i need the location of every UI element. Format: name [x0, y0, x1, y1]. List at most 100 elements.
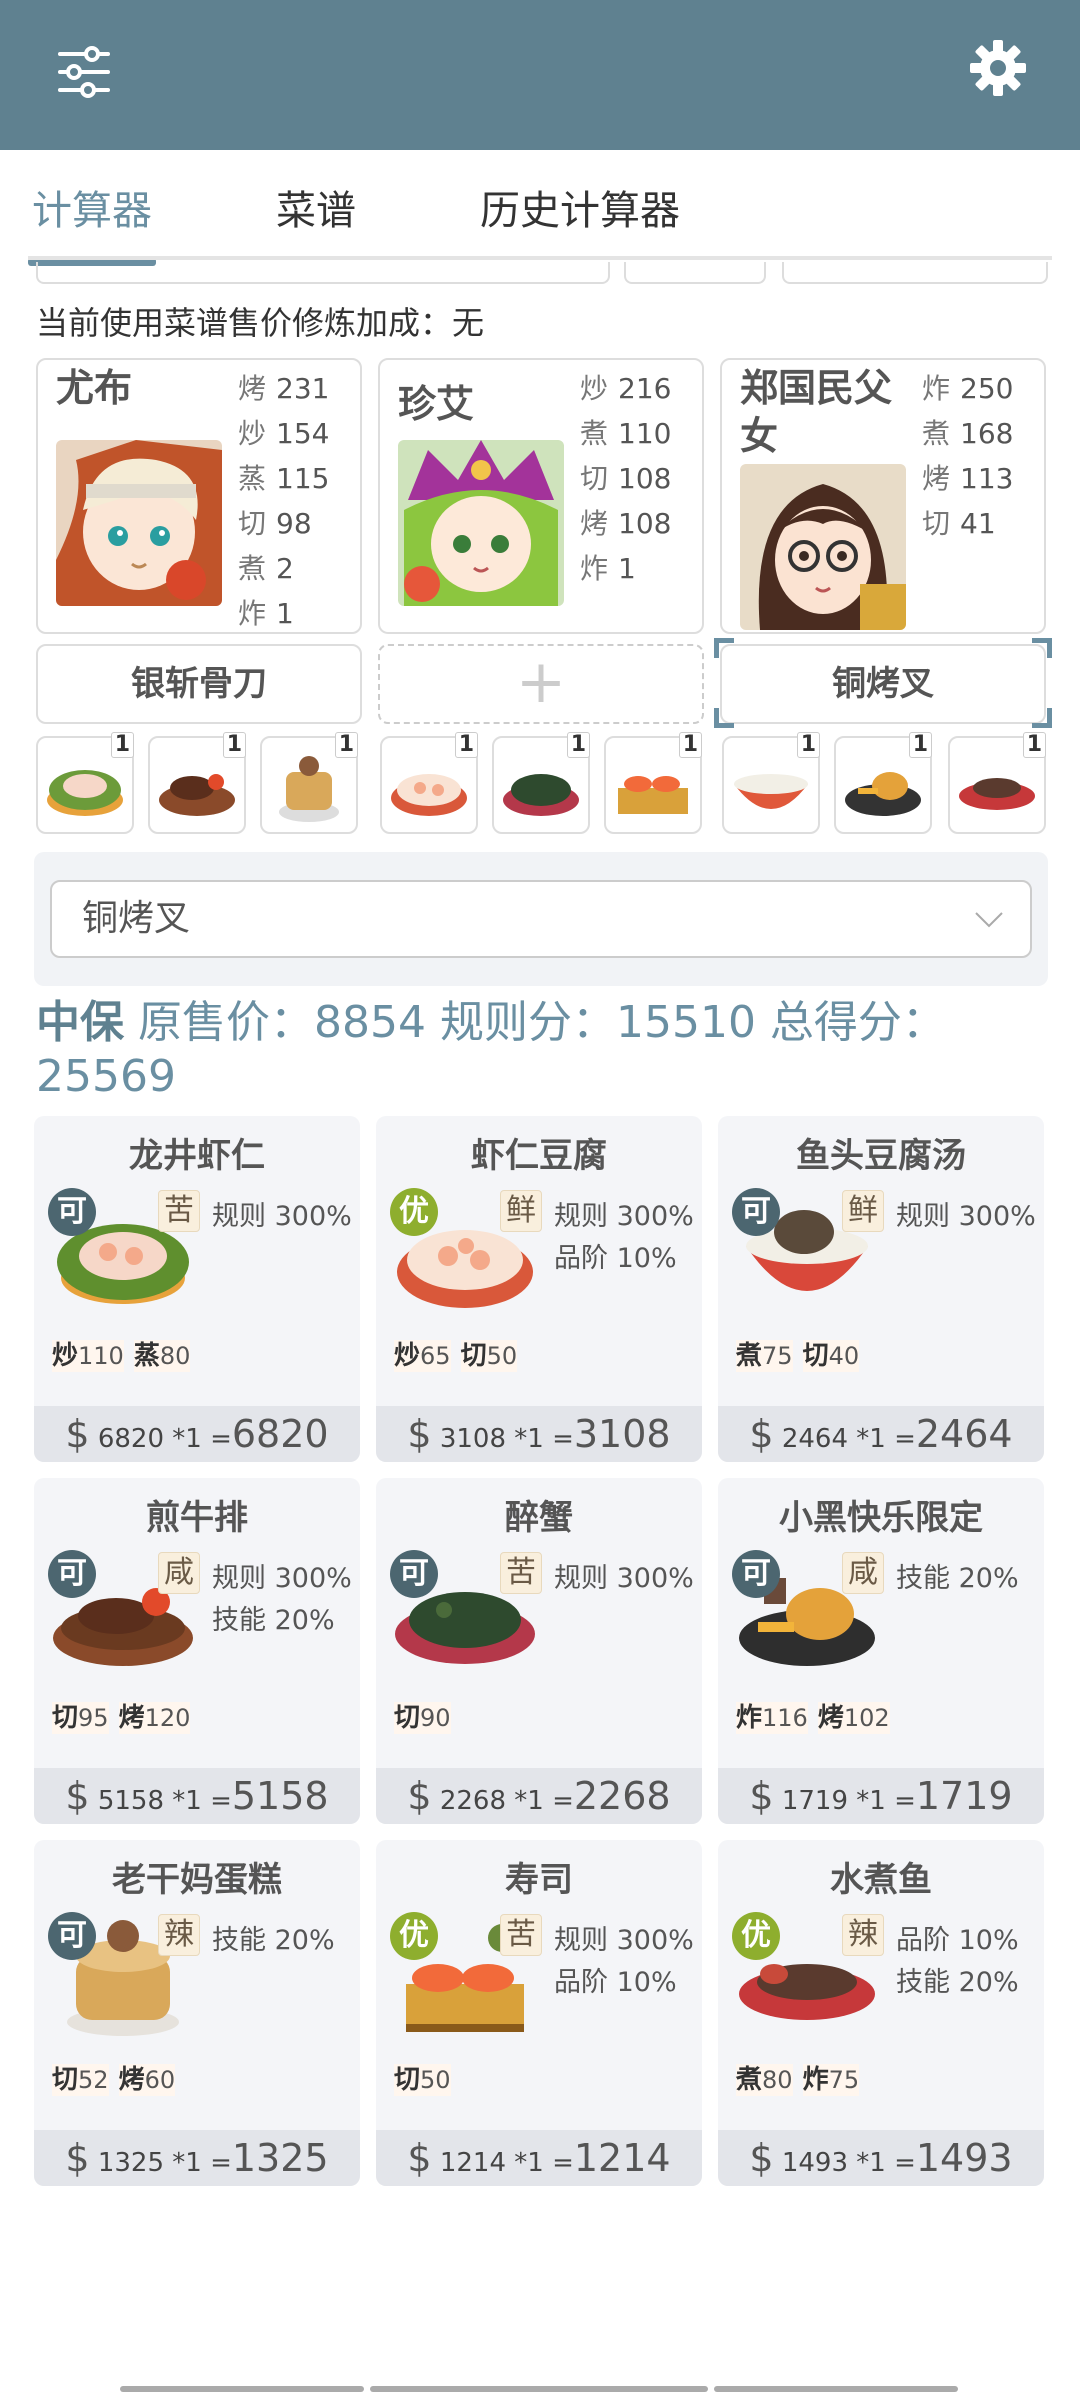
flavor-tag: 辣	[158, 1914, 200, 1956]
dish-slot[interactable]: 1	[148, 732, 246, 834]
dish-slot[interactable]: 1	[260, 732, 358, 834]
stat-value: 154	[276, 417, 330, 450]
req-value: 110	[78, 1342, 124, 1370]
dish-card[interactable]: 老干妈蛋糕可 辣技能 20% 切52 烤60 $ 1325 *1 =1325	[34, 1840, 360, 2186]
req-value: 75	[828, 2066, 860, 2094]
selection-corner	[1032, 708, 1052, 728]
stat-key: 烤	[580, 507, 609, 540]
rule-bonus: 品阶 10%	[896, 1925, 1019, 1956]
skill-requirement: 切52	[52, 2064, 109, 2096]
tool-slot-3[interactable]: 铜烤叉	[720, 644, 1046, 724]
skill-requirement: 炸116	[736, 1702, 808, 1734]
bonus-text: 当前使用菜谱售价修炼加成：无	[36, 304, 485, 342]
tool-select[interactable]: 铜烤叉	[50, 880, 1032, 958]
dish-card[interactable]: 寿司优 苦规则 300% 品阶 10% 切50 $ 1214 *1 =1214	[376, 1840, 702, 2186]
price-row: $ 1214 *1 =1214	[376, 2130, 702, 2186]
rule-bonus: 品阶 10%	[554, 1243, 677, 1274]
req-skill: 蒸	[133, 1341, 160, 1371]
stat-key: 煮	[922, 417, 951, 450]
req-skill: 切	[394, 1703, 421, 1733]
tool-slot-empty[interactable]: +	[378, 644, 704, 724]
scrolled-control[interactable]	[36, 262, 610, 284]
rule-bonus: 技能 20%	[896, 1967, 1019, 1998]
dollar-icon: $	[749, 2136, 774, 2180]
stat-key: 炸	[922, 372, 951, 405]
dish-card[interactable]: 煎牛排可 咸规则 300% 技能 20% 切95 烤120 $ 5158 *1 =5158	[34, 1478, 360, 1824]
dish-slot[interactable]: 1	[834, 732, 932, 834]
scrolled-control[interactable]	[782, 262, 1048, 284]
dish-name: 煎牛排	[146, 1498, 248, 1538]
unit-price: 1214 *1 =	[439, 2148, 574, 2178]
dish-card[interactable]: 龙井虾仁可 苦规则 300% 炒110 蒸80 $ 6820 *1 =6820	[34, 1116, 360, 1462]
skill-requirements: 炸116 烤102	[736, 1702, 900, 1734]
scroll-indicator	[120, 2386, 364, 2392]
chef-card[interactable]: 尤布 烤 231 炒 154 蒸 115 切 98 煮2 炸1	[36, 358, 362, 634]
chef-card[interactable]: 郑国民父女 炸 250 煮 168 烤 113 切 41	[720, 358, 1046, 634]
dish-card[interactable]: 小黑快乐限定可 咸技能 20% 炸116 烤102 $ 1719 *1 =1719	[718, 1478, 1044, 1824]
chevron-down-icon	[975, 912, 1003, 928]
scrolled-control[interactable]	[624, 262, 766, 284]
dish-card[interactable]: 水煮鱼优 辣品阶 10% 技能 20% 煮80 炸75 $ 1493 *1 =1493	[718, 1840, 1044, 2186]
dish-card[interactable]: 虾仁豆腐优 鲜规则 300% 品阶 10% 炒65 切50 $ 3108 *1 =3108	[376, 1116, 702, 1462]
sliders-icon[interactable]	[56, 44, 112, 100]
flavor-tag: 咸	[158, 1552, 200, 1594]
grade-badge: 可	[48, 1188, 96, 1236]
dollar-icon: $	[407, 1774, 432, 1818]
dish-quantity: 1	[110, 732, 134, 758]
stat-key: 炒	[238, 417, 267, 450]
skill-requirement: 切50	[460, 1340, 518, 1372]
add-tool-icon: +	[515, 647, 567, 717]
unit-price: 3108 *1 =	[439, 1424, 574, 1454]
selection-corner	[1032, 638, 1052, 658]
dish-card[interactable]: 鱼头豆腐汤可 鲜规则 300% 煮75 切40 $ 2464 *1 =2464	[718, 1116, 1044, 1462]
tab-history[interactable]: 历史计算器	[480, 178, 680, 236]
stat-key: 炒	[580, 372, 609, 405]
dish-quantity: 1	[566, 732, 590, 758]
req-skill: 烤	[118, 2065, 145, 2095]
skill-requirement: 炸75	[802, 2064, 860, 2096]
tab-recipes[interactable]: 菜谱	[276, 178, 356, 236]
req-skill: 炒	[52, 1341, 79, 1371]
total-price: 1493	[915, 2136, 1013, 2180]
req-skill: 煮	[736, 2065, 763, 2095]
dish-slot[interactable]: 1	[722, 732, 820, 834]
dish-name: 寿司	[505, 1860, 573, 1900]
dish-slot[interactable]: 1	[492, 732, 590, 834]
rule-bonus: 技能 20%	[896, 1563, 1019, 1594]
dollar-icon: $	[65, 1774, 90, 1818]
tool-slot-1[interactable]: 银斩骨刀	[36, 644, 362, 724]
rule-bonus: 技能 20%	[212, 1605, 335, 1636]
dish-slot[interactable]: 1	[948, 732, 1046, 834]
req-value: 102	[843, 1704, 890, 1732]
grade-badge: 可	[390, 1550, 438, 1598]
rule-bonus: 规则 300%	[212, 1563, 352, 1594]
chef-stats: 炒 216 煮 110 切 108 烤 108 炸1	[580, 366, 671, 591]
stat-value: 1	[618, 552, 636, 585]
skill-requirement: 烤60	[118, 2064, 176, 2096]
stat-value: 168	[960, 417, 1014, 450]
grade-badge: 可	[732, 1550, 780, 1598]
tab-calculator[interactable]: 计算器	[32, 178, 152, 236]
tool-select-panel: 铜烤叉	[34, 852, 1048, 986]
select-value: 铜烤叉	[82, 898, 191, 939]
dish-slot[interactable]: 1	[36, 732, 134, 834]
skill-requirement: 烤102	[817, 1702, 890, 1734]
req-skill: 烤	[817, 1703, 844, 1733]
dish-card[interactable]: 醉蟹可 苦规则 300% 切90 $ 2268 *1 =2268	[376, 1478, 702, 1824]
rule-bonus: 技能 20%	[212, 1925, 335, 1956]
skill-requirement: 烤120	[118, 1702, 191, 1734]
skill-requirements: 炒65 切50	[394, 1340, 527, 1372]
summary-text: 原售价：8854 规则分：15510 总得分：25569	[36, 997, 946, 1102]
stat-value: 2	[276, 552, 294, 585]
rule-list: 规则 300%	[896, 1196, 1036, 1238]
dish-slot[interactable]: 1	[604, 732, 702, 834]
chef-card[interactable]: 珍艾 炒 216 煮 110 切 108 烤 108 炸1	[378, 358, 704, 634]
stat-value: 250	[960, 372, 1014, 405]
req-value: 95	[78, 1704, 109, 1732]
dish-quantity: 1	[1022, 732, 1046, 758]
gear-icon[interactable]	[968, 38, 1028, 98]
dish-slot[interactable]: 1	[380, 732, 478, 834]
tab-divider	[28, 256, 1052, 260]
skill-requirement: 蒸80	[133, 1340, 191, 1372]
grade-badge: 可	[732, 1188, 780, 1236]
